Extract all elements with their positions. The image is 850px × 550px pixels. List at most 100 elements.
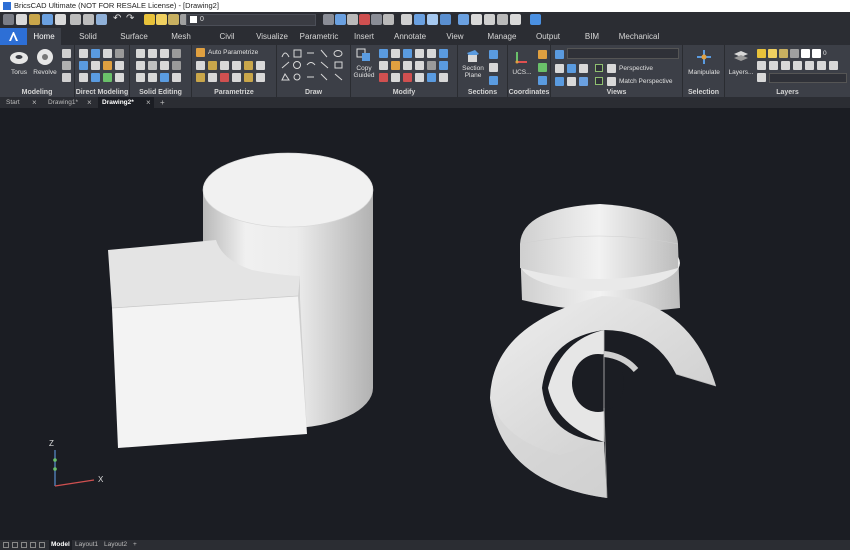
tab-output[interactable]: Output <box>532 28 564 45</box>
delete-face-icon[interactable] <box>115 49 124 58</box>
layout-menu-icon[interactable] <box>39 542 45 548</box>
layer-off-icon[interactable] <box>769 61 778 70</box>
layer-freeze-icon[interactable] <box>156 14 167 25</box>
tab-solid[interactable]: Solid <box>70 28 106 45</box>
layer-walk-icon[interactable] <box>383 14 394 25</box>
make-current-icon[interactable] <box>323 14 334 25</box>
match-perspective-checkbox[interactable] <box>595 77 603 85</box>
layer-state-unlock-icon[interactable] <box>779 49 788 58</box>
array-icon[interactable] <box>439 49 448 58</box>
union-icon[interactable] <box>136 49 145 58</box>
layers-button[interactable]: Layers... <box>726 47 756 79</box>
fillet-icon[interactable] <box>415 61 424 70</box>
tab-bim[interactable]: BIM <box>580 28 604 45</box>
rotate-icon[interactable] <box>391 49 400 58</box>
trim-icon[interactable] <box>379 61 388 70</box>
tab-surface[interactable]: Surface <box>114 28 154 45</box>
interfere-icon[interactable] <box>160 61 169 70</box>
lengthen-icon[interactable] <box>439 73 448 82</box>
erase-icon[interactable] <box>379 73 388 82</box>
save-icon[interactable] <box>42 14 53 25</box>
redo-icon[interactable]: ↷ <box>126 13 134 24</box>
pan-icon[interactable] <box>579 77 588 86</box>
imprint-icon[interactable] <box>103 73 112 82</box>
taper-face-icon[interactable] <box>91 61 100 70</box>
constraint-equal-icon[interactable] <box>208 73 217 82</box>
tab-civil[interactable]: Civil <box>212 28 242 45</box>
menu-icon[interactable] <box>3 14 14 25</box>
extend-icon[interactable] <box>391 61 400 70</box>
layer-isolate-icon[interactable] <box>757 61 766 70</box>
layer-change-icon[interactable] <box>817 61 826 70</box>
new-file-icon[interactable] <box>16 14 27 25</box>
layer-name-dropdown[interactable] <box>769 73 847 83</box>
open-file-icon[interactable] <box>29 14 40 25</box>
parameters-manager-icon[interactable] <box>244 73 253 82</box>
sphere-icon[interactable] <box>62 73 71 82</box>
layer-state-color-icon[interactable] <box>801 49 810 58</box>
ucs-world-icon[interactable] <box>538 50 547 59</box>
solid-revolved-part[interactable] <box>490 204 717 499</box>
rotate-face-icon[interactable] <box>103 49 112 58</box>
print-preview-icon[interactable] <box>83 14 94 25</box>
named-views-icon[interactable] <box>555 50 564 59</box>
match-properties-icon[interactable] <box>347 14 358 25</box>
check-icon[interactable] <box>136 73 145 82</box>
sweep-icon[interactable] <box>79 73 88 82</box>
subtract-icon[interactable] <box>148 49 157 58</box>
view-top-icon[interactable] <box>555 64 564 73</box>
section-icon[interactable] <box>160 73 169 82</box>
layer-lock-icon[interactable] <box>168 14 179 25</box>
box-icon[interactable] <box>62 49 71 58</box>
revolve-button[interactable]: Revolve <box>31 47 59 79</box>
eraser-icon[interactable] <box>471 14 482 25</box>
tab-mesh[interactable]: Mesh <box>164 28 198 45</box>
new-tab-icon[interactable]: + <box>160 97 165 108</box>
offset-icon[interactable] <box>403 61 412 70</box>
model-space-canvas[interactable] <box>0 108 850 540</box>
print-icon[interactable] <box>70 14 81 25</box>
isolate-icon[interactable] <box>359 14 370 25</box>
doc-tab-drawing1[interactable]: Drawing1* <box>44 97 92 108</box>
layer-state-thaw-icon[interactable] <box>768 49 777 58</box>
torus-button[interactable]: Torus <box>7 49 31 79</box>
close-drawing1-icon[interactable]: × <box>87 97 92 108</box>
views-dropdown[interactable] <box>567 48 679 59</box>
zoom-extents-icon[interactable] <box>555 77 564 86</box>
constraint-perpendicular-icon[interactable] <box>232 61 241 70</box>
layer-match-icon[interactable] <box>805 61 814 70</box>
view-iso-icon[interactable] <box>579 64 588 73</box>
visual-style-icon[interactable] <box>414 14 425 25</box>
ucs-button[interactable]: UCS... <box>510 47 534 79</box>
thicken-icon[interactable] <box>91 73 100 82</box>
tab-view[interactable]: View <box>442 28 468 45</box>
constraint-fixed-icon[interactable] <box>196 73 205 82</box>
next-layout-icon[interactable] <box>21 542 27 548</box>
mirror-icon[interactable] <box>415 49 424 58</box>
layer-state-swatch-icon[interactable] <box>812 49 821 58</box>
slice-icon[interactable] <box>172 49 181 58</box>
join-icon[interactable] <box>403 73 412 82</box>
layout-tab-layout2[interactable]: Layout2 <box>104 540 127 550</box>
materials-icon[interactable] <box>440 14 451 25</box>
shell-icon[interactable] <box>115 73 124 82</box>
tab-home[interactable]: Home <box>27 28 61 45</box>
layer-on-icon[interactable] <box>144 14 155 25</box>
previous-layout-icon[interactable] <box>12 542 18 548</box>
tab-mechanical[interactable]: Mechanical <box>616 28 662 45</box>
constraint-symmetric-icon[interactable] <box>220 73 229 82</box>
dimension-constraint-icon[interactable] <box>232 73 241 82</box>
clean-icon[interactable] <box>148 73 157 82</box>
offset-face-icon[interactable] <box>79 61 88 70</box>
copy-guided-button[interactable]: Copy Guided <box>352 47 376 85</box>
ucs-origin-icon[interactable] <box>538 63 547 72</box>
constraint-vertical-icon[interactable] <box>208 61 217 70</box>
intersect-icon[interactable] <box>160 49 169 58</box>
layer-state-plot-icon[interactable] <box>790 49 799 58</box>
chamfer-icon[interactable] <box>427 61 436 70</box>
tab-annotate[interactable]: Annotate <box>390 28 430 45</box>
push-pull-icon[interactable] <box>79 49 88 58</box>
manipulate-button[interactable]: Manipulate <box>684 47 724 79</box>
flatshot-icon[interactable] <box>172 73 181 82</box>
application-menu-button[interactable] <box>0 28 27 45</box>
